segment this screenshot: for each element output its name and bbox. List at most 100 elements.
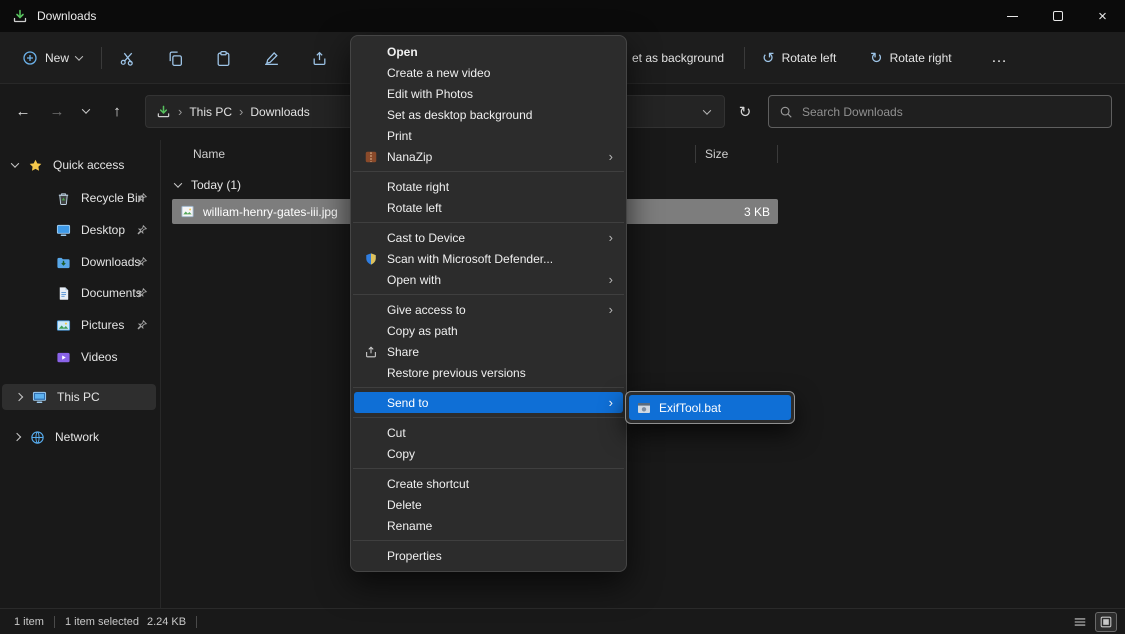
thumbnail-view-button[interactable]	[1095, 612, 1117, 632]
set-as-background-button[interactable]: et as background	[632, 32, 724, 84]
menu-item-edit-with-photos[interactable]: Edit with Photos	[354, 83, 623, 104]
menu-item-delete[interactable]: Delete	[354, 494, 623, 515]
pictures-icon	[56, 318, 71, 333]
submenu-item-exiftool[interactable]: ExifTool.bat	[629, 395, 791, 420]
selection-size: 2.24 KB	[147, 616, 186, 628]
menu-item-create-a-new-video[interactable]: Create a new video	[354, 62, 623, 83]
set-as-background-label: et as background	[632, 51, 724, 65]
rotate-left-button[interactable]: ↺ Rotate left	[754, 42, 844, 74]
downloads-icon	[56, 255, 71, 270]
group-header-today[interactable]: Today (1)	[175, 178, 241, 192]
column-header-name[interactable]: Name	[193, 147, 225, 161]
rotate-right-button[interactable]: ↻ Rotate right	[862, 42, 960, 74]
share-button[interactable]	[301, 42, 337, 74]
cut-button[interactable]	[109, 42, 145, 74]
column-header-size[interactable]: Size	[705, 147, 728, 161]
sidebar-item-label: Downloads	[81, 255, 140, 269]
minimize-button[interactable]	[990, 0, 1035, 32]
menu-item-rename[interactable]: Rename	[354, 515, 623, 536]
breadcrumb-downloads[interactable]: Downloads	[250, 105, 309, 119]
submenu-arrow-icon: ›	[609, 150, 613, 163]
submenu-arrow-icon: ›	[609, 273, 613, 286]
sidebar-item-documents[interactable]: Documents	[0, 280, 160, 306]
breadcrumb-this-pc[interactable]: This PC	[189, 105, 232, 119]
quick-access-star-icon	[28, 158, 43, 173]
chevron-right-icon	[13, 433, 21, 441]
item-count: 1 item	[14, 616, 44, 628]
column-divider[interactable]	[695, 145, 696, 163]
rotate-right-label: Rotate right	[890, 51, 952, 65]
selection-count: 1 item selected	[65, 616, 139, 628]
menu-item-properties[interactable]: Properties	[354, 545, 623, 566]
sidebar-item-quick-access[interactable]: Quick access	[0, 152, 160, 178]
menu-item-give-access-to[interactable]: Give access to›	[354, 299, 623, 320]
maximize-icon	[1053, 11, 1063, 21]
defender-shield-icon	[364, 252, 378, 266]
sidebar-item-label: Quick access	[53, 158, 124, 172]
submenu-arrow-icon: ›	[609, 231, 613, 244]
sidebar-item-downloads[interactable]: Downloads	[0, 249, 160, 275]
search-input[interactable]	[802, 105, 1101, 119]
sidebar-item-recycle-bin[interactable]: Recycle Bin	[0, 185, 160, 211]
chevron-down-icon	[174, 179, 182, 187]
sidebar-item-network[interactable]: Network	[0, 424, 160, 450]
close-button[interactable]: ×	[1080, 0, 1125, 32]
paste-button[interactable]	[205, 42, 241, 74]
sidebar-item-this-pc[interactable]: This PC	[2, 384, 156, 410]
more-options-button[interactable]: …	[984, 42, 1014, 74]
recent-locations-button[interactable]	[74, 96, 98, 126]
menu-item-set-as-desktop-background[interactable]: Set as desktop background	[354, 104, 623, 125]
view-toggles	[1069, 612, 1117, 632]
sidebar-item-label: Network	[55, 430, 99, 444]
column-divider[interactable]	[777, 145, 778, 163]
up-button[interactable]: ↑	[102, 96, 132, 126]
menu-item-create-shortcut[interactable]: Create shortcut	[354, 473, 623, 494]
menu-item-cast-to-device[interactable]: Cast to Device›	[354, 227, 623, 248]
rotate-right-icon: ↻	[870, 49, 883, 67]
details-view-icon	[1073, 615, 1087, 629]
search-box[interactable]	[768, 95, 1112, 128]
new-button[interactable]: New	[12, 42, 92, 74]
sidebar-item-videos[interactable]: Videos	[0, 344, 160, 370]
menu-item-nanazip[interactable]: NanaZip ›	[354, 146, 623, 167]
menu-item-print[interactable]: Print	[354, 125, 623, 146]
title-bar[interactable]: Downloads ×	[0, 0, 1125, 32]
forward-arrow-icon: →	[50, 103, 65, 120]
menu-item-rotate-left[interactable]: Rotate left	[354, 197, 623, 218]
submenu-arrow-icon: ›	[609, 303, 613, 316]
menu-item-copy[interactable]: Copy	[354, 443, 623, 464]
recycle-bin-icon	[56, 191, 71, 206]
menu-item-open[interactable]: Open	[354, 41, 623, 62]
sidebar-item-pictures[interactable]: Pictures	[0, 312, 160, 338]
close-icon: ×	[1098, 9, 1107, 24]
details-view-button[interactable]	[1069, 612, 1091, 632]
menu-separator	[353, 468, 624, 469]
refresh-button[interactable]: ↻	[728, 95, 762, 128]
menu-separator	[353, 222, 624, 223]
chevron-right-icon	[15, 393, 23, 401]
menu-item-send-to[interactable]: Send to›	[354, 392, 623, 413]
submenu-arrow-icon: ›	[609, 396, 613, 409]
image-file-icon	[180, 204, 195, 219]
copy-button[interactable]	[157, 42, 193, 74]
maximize-button[interactable]	[1035, 0, 1080, 32]
menu-item-scan-with-defender[interactable]: Scan with Microsoft Defender...	[354, 248, 623, 269]
address-dropdown-icon[interactable]	[703, 106, 711, 114]
forward-button[interactable]: →	[42, 96, 72, 126]
file-name: william-henry-gates-iii.jpg	[203, 205, 338, 219]
context-menu: Open Create a new video Edit with Photos…	[350, 35, 627, 572]
group-header-label: Today (1)	[191, 178, 241, 192]
window-controls: ×	[990, 0, 1125, 32]
menu-item-share[interactable]: Share	[354, 341, 623, 362]
menu-item-cut[interactable]: Cut	[354, 422, 623, 443]
menu-item-restore-previous-versions[interactable]: Restore previous versions	[354, 362, 623, 383]
menu-item-open-with[interactable]: Open with›	[354, 269, 623, 290]
pin-icon	[136, 192, 148, 204]
rename-button[interactable]	[253, 42, 289, 74]
status-bar: 1 item 1 item selected 2.24 KB	[0, 608, 1125, 634]
menu-item-copy-as-path[interactable]: Copy as path	[354, 320, 623, 341]
menu-item-rotate-right[interactable]: Rotate right	[354, 176, 623, 197]
back-button[interactable]: ←	[8, 96, 38, 126]
window-title: Downloads	[37, 9, 96, 23]
sidebar-item-desktop[interactable]: Desktop	[0, 217, 160, 243]
